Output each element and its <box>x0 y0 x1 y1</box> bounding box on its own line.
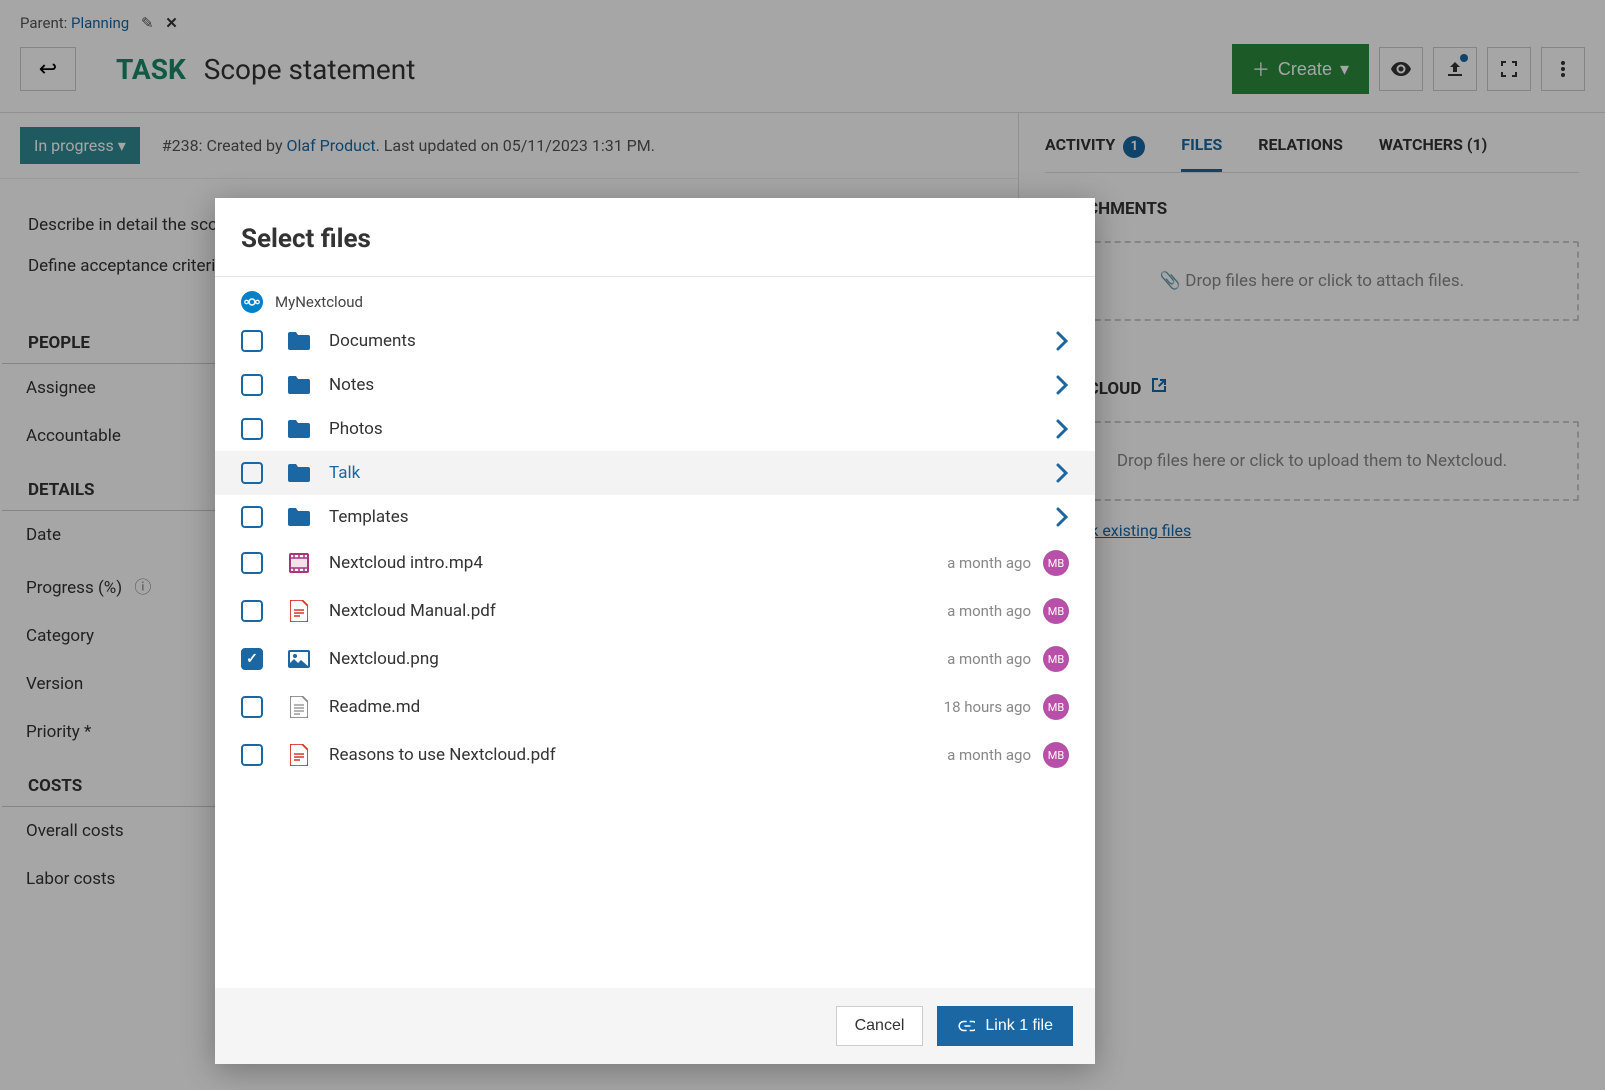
folder-icon <box>287 420 311 438</box>
file-row[interactable]: Readme.md18 hours ago MB <box>215 683 1095 731</box>
pdf-icon <box>287 744 311 766</box>
chevron-right-icon[interactable] <box>1055 506 1069 528</box>
link-file-button[interactable]: Link 1 file <box>937 1006 1073 1046</box>
file-name: Photos <box>329 419 1055 439</box>
cancel-button[interactable]: Cancel <box>836 1006 924 1046</box>
avatar: MB <box>1043 646 1069 672</box>
folder-icon <box>287 376 311 394</box>
file-name: Nextcloud Manual.pdf <box>329 601 947 621</box>
file-checkbox[interactable] <box>241 552 263 574</box>
file-time: a month ago <box>947 554 1031 572</box>
avatar: MB <box>1043 742 1069 768</box>
file-row[interactable]: Documents <box>215 319 1095 363</box>
file-checkbox[interactable] <box>241 696 263 718</box>
file-checkbox[interactable] <box>241 418 263 440</box>
chevron-right-icon[interactable] <box>1055 374 1069 396</box>
file-time: a month ago <box>947 602 1031 620</box>
file-checkbox[interactable] <box>241 506 263 528</box>
file-name: Reasons to use Nextcloud.pdf <box>329 745 947 765</box>
nextcloud-icon <box>241 291 263 313</box>
file-list: Documents Notes Photos Talk Templates Nextclo… <box>215 319 1095 988</box>
avatar: MB <box>1043 694 1069 720</box>
folder-icon <box>287 332 311 350</box>
chevron-right-icon[interactable] <box>1055 462 1069 484</box>
image-icon <box>287 650 311 668</box>
file-row[interactable]: Nextcloud.pnga month ago MB <box>215 635 1095 683</box>
modal-breadcrumb[interactable]: MyNextcloud <box>215 277 1095 319</box>
file-checkbox[interactable] <box>241 462 263 484</box>
select-files-modal: Select files MyNextcloud Documents Notes P… <box>215 198 1095 1064</box>
file-row[interactable]: Talk <box>215 451 1095 495</box>
file-time: 18 hours ago <box>944 698 1031 716</box>
link-button-label: Link 1 file <box>985 1017 1053 1035</box>
file-name: Nextcloud intro.mp4 <box>329 553 947 573</box>
text-icon <box>287 696 311 718</box>
file-checkbox[interactable] <box>241 648 263 670</box>
file-checkbox[interactable] <box>241 330 263 352</box>
file-row[interactable]: Notes <box>215 363 1095 407</box>
breadcrumb-label: MyNextcloud <box>275 293 363 311</box>
file-row[interactable]: Templates <box>215 495 1095 539</box>
file-name: Readme.md <box>329 697 944 717</box>
file-checkbox[interactable] <box>241 600 263 622</box>
chevron-right-icon[interactable] <box>1055 418 1069 440</box>
avatar: MB <box>1043 598 1069 624</box>
folder-icon <box>287 464 311 482</box>
file-row[interactable]: Nextcloud intro.mp4a month ago MB <box>215 539 1095 587</box>
file-name: Templates <box>329 507 1055 527</box>
file-row[interactable]: Photos <box>215 407 1095 451</box>
video-icon <box>287 553 311 573</box>
modal-footer: Cancel Link 1 file <box>215 988 1095 1064</box>
folder-icon <box>287 508 311 526</box>
file-checkbox[interactable] <box>241 374 263 396</box>
file-row[interactable]: Nextcloud Manual.pdfa month ago MB <box>215 587 1095 635</box>
file-name: Nextcloud.png <box>329 649 947 669</box>
file-time: a month ago <box>947 650 1031 668</box>
file-name: Documents <box>329 331 1055 351</box>
modal-title: Select files <box>215 198 1095 277</box>
file-row[interactable]: Reasons to use Nextcloud.pdfa month ago M… <box>215 731 1095 779</box>
chevron-right-icon[interactable] <box>1055 330 1069 352</box>
file-name: Notes <box>329 375 1055 395</box>
link-icon <box>957 1019 975 1033</box>
pdf-icon <box>287 600 311 622</box>
file-checkbox[interactable] <box>241 744 263 766</box>
file-name: Talk <box>329 463 1055 483</box>
avatar: MB <box>1043 550 1069 576</box>
file-time: a month ago <box>947 746 1031 764</box>
